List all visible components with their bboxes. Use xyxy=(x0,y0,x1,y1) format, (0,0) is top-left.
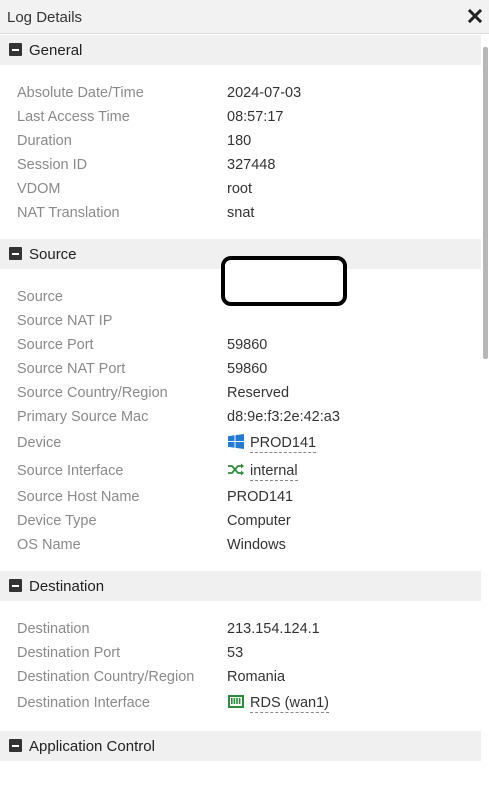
row-label: Destination Interface xyxy=(17,695,150,711)
row-value: 59860 xyxy=(227,361,268,377)
row-value: Windows xyxy=(227,537,286,553)
row-value: d8:9e:f3:2e:42:a3 xyxy=(227,409,340,425)
collapse-icon[interactable] xyxy=(9,43,22,56)
row-label: Source Port xyxy=(17,337,94,353)
detail-row: Destination Interface RDS (wan1) xyxy=(0,689,481,717)
close-icon[interactable] xyxy=(467,8,483,24)
section-body-source: Source Source NAT IP Source Port 59860 S… xyxy=(0,269,481,571)
row-value: 59860 xyxy=(227,337,268,353)
section-body-general: Absolute Date/Time 2024-07-03 Last Acces… xyxy=(0,65,481,239)
section-body-destination: Destination 213.154.124.1 Destination Po… xyxy=(0,601,481,731)
row-value: 180 xyxy=(227,133,252,149)
row-label: Destination xyxy=(17,621,90,637)
row-value: snat xyxy=(227,205,255,221)
section-title: Application Control xyxy=(29,738,155,755)
row-label: Last Access Time xyxy=(17,109,130,125)
row-label: Device Type xyxy=(17,513,97,529)
section-header-application-control[interactable]: Application Control xyxy=(0,731,481,761)
collapse-icon[interactable] xyxy=(9,247,22,260)
detail-row: VDOM root xyxy=(0,177,481,201)
panel-title: Log Details xyxy=(7,9,83,26)
detail-row: Primary Source Mac d8:9e:f3:2e:42:a3 xyxy=(0,405,481,429)
row-label: Source Country/Region xyxy=(17,385,168,401)
row-value: 2024-07-03 xyxy=(227,85,302,101)
interface-value[interactable]: internal xyxy=(227,457,298,485)
detail-row: Absolute Date/Time 2024-07-03 xyxy=(0,81,481,105)
scrollbar-thumb[interactable] xyxy=(483,47,488,359)
row-label: Duration xyxy=(17,133,72,149)
interface-shuffle-icon xyxy=(228,463,244,476)
detail-row: Source Port 59860 xyxy=(0,333,481,357)
title-bar: Log Details xyxy=(0,0,489,34)
row-value: 08:57:17 xyxy=(227,109,284,125)
section-title: Source xyxy=(29,246,77,263)
row-label: Primary Source Mac xyxy=(17,409,149,425)
row-label: Absolute Date/Time xyxy=(17,85,144,101)
detail-row: Device Type Computer xyxy=(0,509,481,533)
row-label: NAT Translation xyxy=(17,205,120,221)
redaction-box xyxy=(221,256,347,306)
row-label: Source NAT IP xyxy=(17,313,113,329)
section-header-general[interactable]: General xyxy=(0,35,481,65)
row-value: PROD141 xyxy=(227,489,294,505)
network-port-icon xyxy=(228,695,244,708)
detail-row: OS Name Windows xyxy=(0,533,481,557)
device-value[interactable]: PROD141 xyxy=(227,429,317,457)
row-label: VDOM xyxy=(17,181,61,197)
row-value: 213.154.124.1 xyxy=(227,621,320,637)
detail-row: Source Country/Region Reserved xyxy=(0,381,481,405)
row-label: Source Interface xyxy=(17,463,124,479)
row-value: root xyxy=(227,181,252,197)
windows-icon xyxy=(228,434,244,449)
row-label: Destination Country/Region xyxy=(17,669,195,685)
section-title: Destination xyxy=(29,578,105,595)
device-link[interactable]: PROD141 xyxy=(250,434,317,453)
detail-row: Source NAT Port 59860 xyxy=(0,357,481,381)
row-value: Romania xyxy=(227,669,286,685)
collapse-icon[interactable] xyxy=(9,739,22,752)
detail-row: Destination Port 53 xyxy=(0,641,481,665)
row-label: Source Host Name xyxy=(17,489,140,505)
row-value: 327448 xyxy=(227,157,276,173)
row-label: OS Name xyxy=(17,537,81,553)
detail-row: Last Access Time 08:57:17 xyxy=(0,105,481,129)
interface-value[interactable]: RDS (wan1) xyxy=(227,689,329,717)
row-label: Session ID xyxy=(17,157,88,173)
row-label: Device xyxy=(17,435,62,451)
row-label: Source NAT Port xyxy=(17,361,126,377)
detail-row: Source Interface internal xyxy=(0,457,481,485)
detail-row: Device PROD141 xyxy=(0,429,481,457)
row-label: Source xyxy=(17,289,63,305)
interface-link[interactable]: internal xyxy=(250,462,298,481)
row-label: Destination Port xyxy=(17,645,121,661)
detail-row: Source Host Name PROD141 xyxy=(0,485,481,509)
row-value: Reserved xyxy=(227,385,290,401)
row-value: Computer xyxy=(227,513,291,529)
section-title: General xyxy=(29,42,83,59)
detail-row: Destination 213.154.124.1 xyxy=(0,617,481,641)
detail-row: Destination Country/Region Romania xyxy=(0,665,481,689)
interface-link[interactable]: RDS (wan1) xyxy=(250,694,329,713)
row-value: 53 xyxy=(227,645,244,661)
detail-row: NAT Translation snat xyxy=(0,201,481,225)
detail-row: Source NAT IP xyxy=(0,309,481,333)
detail-row: Session ID 327448 xyxy=(0,153,481,177)
log-details-panel: Log Details General Absolute Date/Time 2… xyxy=(0,0,489,800)
detail-row: Duration 180 xyxy=(0,129,481,153)
details-content: General Absolute Date/Time 2024-07-03 La… xyxy=(0,35,481,800)
collapse-icon[interactable] xyxy=(9,579,22,592)
section-header-destination[interactable]: Destination xyxy=(0,571,481,601)
